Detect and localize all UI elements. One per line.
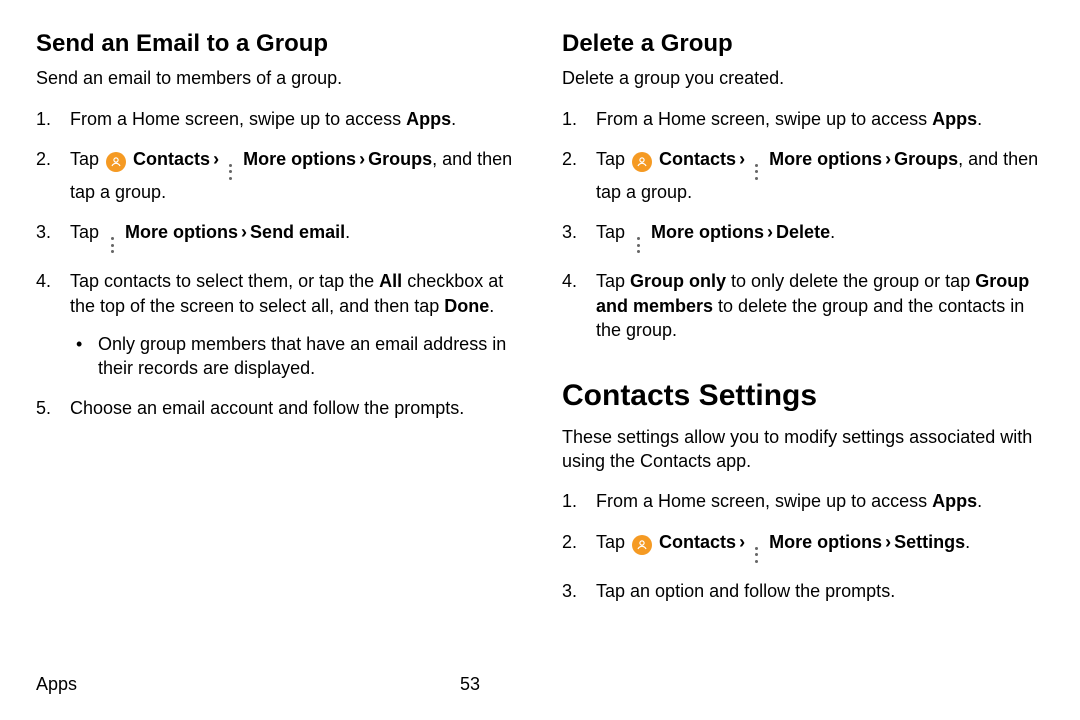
send-email-label: Send email	[250, 222, 345, 242]
more-options-label: More options	[651, 222, 764, 242]
more-options-icon	[633, 237, 643, 253]
steps-send-email: From a Home screen, swipe up to access A…	[36, 107, 518, 421]
more-options-label: More options	[243, 149, 356, 169]
steps-contacts-settings: From a Home screen, swipe up to access A…	[562, 489, 1044, 603]
chevron-icon: ›	[210, 149, 222, 169]
text: From a Home screen, swipe up to access	[596, 491, 932, 511]
chevron-icon: ›	[764, 222, 776, 242]
page-columns: Send an Email to a Group Send an email t…	[36, 28, 1044, 619]
text: .	[489, 296, 494, 316]
text: Tap	[596, 222, 630, 242]
step-2: Tap Contacts› More options›Groups, and t…	[36, 147, 518, 204]
heading-contacts-settings: Contacts Settings	[562, 376, 1044, 417]
left-column: Send an Email to a Group Send an email t…	[36, 28, 518, 619]
text: .	[345, 222, 350, 242]
step-2: Tap Contacts› More options›Settings.	[562, 530, 1044, 563]
page-footer: Apps 53	[36, 672, 1044, 696]
text: .	[451, 109, 456, 129]
text: .	[965, 532, 970, 552]
contacts-label: Contacts	[659, 149, 736, 169]
chevron-icon: ›	[238, 222, 250, 242]
intro-contacts-settings: These settings allow you to modify setti…	[562, 425, 1044, 474]
chevron-icon: ›	[736, 149, 748, 169]
contacts-label: Contacts	[133, 149, 210, 169]
text: From a Home screen, swipe up to access	[70, 109, 406, 129]
chevron-icon: ›	[882, 532, 894, 552]
text: Tap	[70, 222, 104, 242]
apps-label: Apps	[406, 109, 451, 129]
text: Tap	[596, 149, 630, 169]
chevron-icon: ›	[356, 149, 368, 169]
contacts-label: Contacts	[659, 532, 736, 552]
text: to only delete the group or tap	[726, 271, 975, 291]
apps-label: Apps	[932, 109, 977, 129]
right-column: Delete a Group Delete a group you create…	[562, 28, 1044, 619]
steps-delete-group: From a Home screen, swipe up to access A…	[562, 107, 1044, 342]
text: Tap contacts to select them, or tap the	[70, 271, 379, 291]
footer-page-number: 53	[460, 672, 480, 696]
sub-bullets: Only group members that have an email ad…	[70, 332, 518, 381]
more-options-label: More options	[125, 222, 238, 242]
step-4: Tap contacts to select them, or tap the …	[36, 269, 518, 380]
chevron-icon: ›	[882, 149, 894, 169]
all-label: All	[379, 271, 402, 291]
more-options-icon	[107, 237, 117, 253]
contacts-icon	[632, 535, 652, 555]
step-4: Tap Group only to only delete the group …	[562, 269, 1044, 342]
contacts-icon	[106, 152, 126, 172]
more-options-icon	[225, 164, 235, 180]
step-1: From a Home screen, swipe up to access A…	[562, 489, 1044, 513]
group-only-label: Group only	[630, 271, 726, 291]
groups-label: Groups	[894, 149, 958, 169]
text: From a Home screen, swipe up to access	[596, 109, 932, 129]
step-2: Tap Contacts› More options›Groups, and t…	[562, 147, 1044, 204]
text: .	[977, 491, 982, 511]
settings-label: Settings	[894, 532, 965, 552]
text: Tap	[596, 532, 630, 552]
more-options-icon	[751, 547, 761, 563]
done-label: Done	[444, 296, 489, 316]
heading-delete-group: Delete a Group	[562, 28, 1044, 60]
more-options-label: More options	[769, 532, 882, 552]
contacts-icon	[632, 152, 652, 172]
step-1: From a Home screen, swipe up to access A…	[36, 107, 518, 131]
apps-label: Apps	[932, 491, 977, 511]
text: .	[830, 222, 835, 242]
step-3: Tap More options›Delete.	[562, 220, 1044, 253]
chevron-icon: ›	[736, 532, 748, 552]
intro-delete-group: Delete a group you created.	[562, 66, 1044, 90]
bullet-item: Only group members that have an email ad…	[70, 332, 518, 381]
step-3: Tap More options›Send email.	[36, 220, 518, 253]
delete-label: Delete	[776, 222, 830, 242]
footer-section: Apps	[36, 674, 77, 694]
step-3: Tap an option and follow the prompts.	[562, 579, 1044, 603]
text: .	[977, 109, 982, 129]
groups-label: Groups	[368, 149, 432, 169]
heading-send-email-group: Send an Email to a Group	[36, 28, 518, 60]
step-5: Choose an email account and follow the p…	[36, 396, 518, 420]
intro-send-email: Send an email to members of a group.	[36, 66, 518, 90]
more-options-label: More options	[769, 149, 882, 169]
text: Tap	[70, 149, 104, 169]
text: Tap	[596, 271, 630, 291]
more-options-icon	[751, 164, 761, 180]
step-1: From a Home screen, swipe up to access A…	[562, 107, 1044, 131]
